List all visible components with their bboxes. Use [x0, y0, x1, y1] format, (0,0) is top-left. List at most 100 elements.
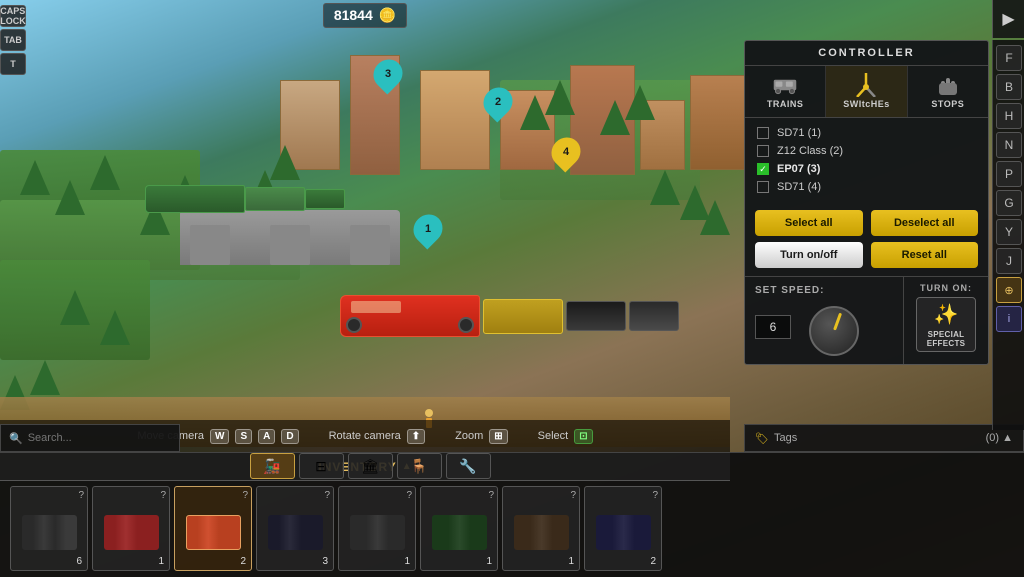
train-marker-3[interactable]: 3: [370, 60, 406, 104]
top-right-button[interactable]: ▶: [992, 0, 1024, 38]
tags-count: (0) ▲: [986, 432, 1013, 444]
train-checkbox-0[interactable]: [757, 127, 769, 139]
inventory-bar: INVENTORY ▲ 🚂 ⊟ 🏛 🪑 🔧 ? 6 ? 1: [0, 452, 1024, 577]
trains-tab-label: TRAINS: [767, 99, 804, 109]
reset-all-button[interactable]: Reset all: [871, 242, 979, 268]
select-all-button[interactable]: Select all: [755, 210, 863, 236]
speed-section: SET SPEED: 6: [745, 277, 903, 364]
zoom-key: ⊞: [489, 429, 507, 444]
item-icon-3: [268, 515, 323, 550]
inv-tab-buildings[interactable]: 🏛: [348, 453, 393, 479]
train-marker-2[interactable]: 2: [480, 88, 516, 132]
tree: [100, 310, 130, 350]
item-question-3: ?: [324, 490, 330, 501]
sidebar-btn-p[interactable]: P: [996, 161, 1022, 187]
inventory-items: ? 6 ? 1 ? 2 ? 3 ? 1 ? 1 ?: [0, 480, 730, 577]
inv-item-2-active[interactable]: ? 2: [174, 486, 252, 571]
train-marker-4[interactable]: 4: [548, 138, 584, 182]
speed-label: SET SPEED:: [755, 285, 893, 296]
item-icon-7: [596, 515, 651, 550]
shortcuts-left: CAPS LOCK TAB T: [0, 0, 30, 430]
inv-tab-misc[interactable]: 🔧: [446, 453, 491, 479]
tab-key[interactable]: TAB: [0, 29, 26, 51]
train-list-item-0[interactable]: SD71 (1): [755, 124, 978, 142]
tab-trains[interactable]: TRAINS: [745, 66, 826, 117]
turn-on-off-button[interactable]: Turn on/off: [755, 242, 863, 268]
train-label-1: Z12 Class (2): [777, 145, 843, 157]
sidebar-btn-b[interactable]: B: [996, 74, 1022, 100]
item-count-1: 1: [158, 556, 164, 567]
special-effects-button[interactable]: ✨ SPECIALEFFECTS: [916, 297, 976, 352]
special-effects-icon: ✨: [934, 302, 959, 327]
train-list-item-2[interactable]: EP07 (3): [755, 160, 978, 178]
sidebar-btn-h[interactable]: H: [996, 103, 1022, 129]
right-sidebar: F B H N P G Y J ⊕ i: [992, 40, 1024, 430]
item-question-1: ?: [160, 490, 166, 501]
inv-item-6[interactable]: ? 1: [502, 486, 580, 571]
inv-item-3[interactable]: ? 3: [256, 486, 334, 571]
train-tab-icon: 🚂: [263, 458, 280, 475]
control-buttons: Select all Deselect all Turn on/off Rese…: [745, 202, 988, 276]
s-key: S: [235, 429, 252, 444]
switches-tab-label: SWItcHEs: [843, 99, 890, 109]
item-question-2: ?: [242, 490, 248, 501]
search-input[interactable]: [28, 432, 168, 444]
rotate-camera-hint: Rotate camera ⬆: [329, 429, 426, 444]
inv-tab-tracks[interactable]: ⊟: [299, 453, 344, 479]
inv-item-1[interactable]: ? 1: [92, 486, 170, 571]
tree: [55, 180, 85, 220]
inv-item-0[interactable]: ? 6: [10, 486, 88, 571]
item-icon-6: [514, 515, 569, 550]
tree: [545, 80, 575, 120]
item-question-5: ?: [488, 490, 494, 501]
tree: [650, 170, 680, 210]
inv-tab-trains[interactable]: 🚂: [250, 453, 295, 479]
inv-item-5[interactable]: ? 1: [420, 486, 498, 571]
item-question-7: ?: [652, 490, 658, 501]
t-key[interactable]: T: [0, 53, 26, 75]
speed-knob[interactable]: [809, 306, 859, 356]
tree: [270, 145, 300, 185]
train-checkbox-3[interactable]: [757, 181, 769, 193]
tab-stops[interactable]: STOPS: [908, 66, 988, 117]
a-key: A: [258, 429, 275, 444]
deselect-all-button[interactable]: Deselect all: [871, 210, 979, 236]
item-icon-2: [186, 515, 241, 550]
stops-tab-label: STOPS: [931, 99, 964, 109]
train-list-item-1[interactable]: Z12 Class (2): [755, 142, 978, 160]
bridge: [180, 210, 400, 265]
tab-switches[interactable]: SWItcHEs: [826, 66, 907, 117]
sidebar-btn-n[interactable]: N: [996, 132, 1022, 158]
controller-header: CONTROLLER: [745, 41, 988, 66]
search-bar[interactable]: 🔍: [0, 424, 180, 452]
sidebar-btn-info[interactable]: i: [996, 306, 1022, 332]
train-svg-icon: [772, 75, 798, 95]
item-count-6: 1: [568, 556, 574, 567]
inv-item-7[interactable]: ? 2: [584, 486, 662, 571]
special-effects-label: SPECIALEFFECTS: [927, 330, 966, 348]
train-marker-1[interactable]: 1: [410, 215, 446, 259]
item-count-0: 6: [76, 556, 82, 567]
train-label-3: SD71 (4): [777, 181, 821, 193]
sidebar-btn-f[interactable]: F: [996, 45, 1022, 71]
item-icon-4: [350, 515, 405, 550]
train-checkbox-1[interactable]: [757, 145, 769, 157]
train-list-item-3[interactable]: SD71 (4): [755, 178, 978, 196]
tags-bar[interactable]: 🏷 Tags (0) ▲: [744, 424, 1024, 452]
item-question-0: ?: [78, 490, 84, 501]
sidebar-btn-j[interactable]: J: [996, 248, 1022, 274]
ctrl-bottom: SET SPEED: 6 TURN ON: ✨ SPECIALEFFECTS: [745, 276, 988, 364]
inv-item-4[interactable]: ? 1: [338, 486, 416, 571]
train-checkbox-2[interactable]: [757, 163, 769, 175]
buttons-row-2: Turn on/off Reset all: [755, 242, 978, 268]
item-icon-1: [104, 515, 159, 550]
select-label: Select: [538, 430, 569, 442]
buildings-tab-icon: 🏛: [361, 458, 379, 475]
sidebar-btn-special[interactable]: ⊕: [996, 277, 1022, 303]
w-key: W: [210, 429, 229, 444]
tree: [90, 155, 120, 195]
inv-tab-bench[interactable]: 🪑: [397, 453, 442, 479]
sidebar-btn-y[interactable]: Y: [996, 219, 1022, 245]
train-list: SD71 (1) Z12 Class (2) EP07 (3) SD71 (4): [745, 118, 988, 202]
sidebar-btn-g[interactable]: G: [996, 190, 1022, 216]
